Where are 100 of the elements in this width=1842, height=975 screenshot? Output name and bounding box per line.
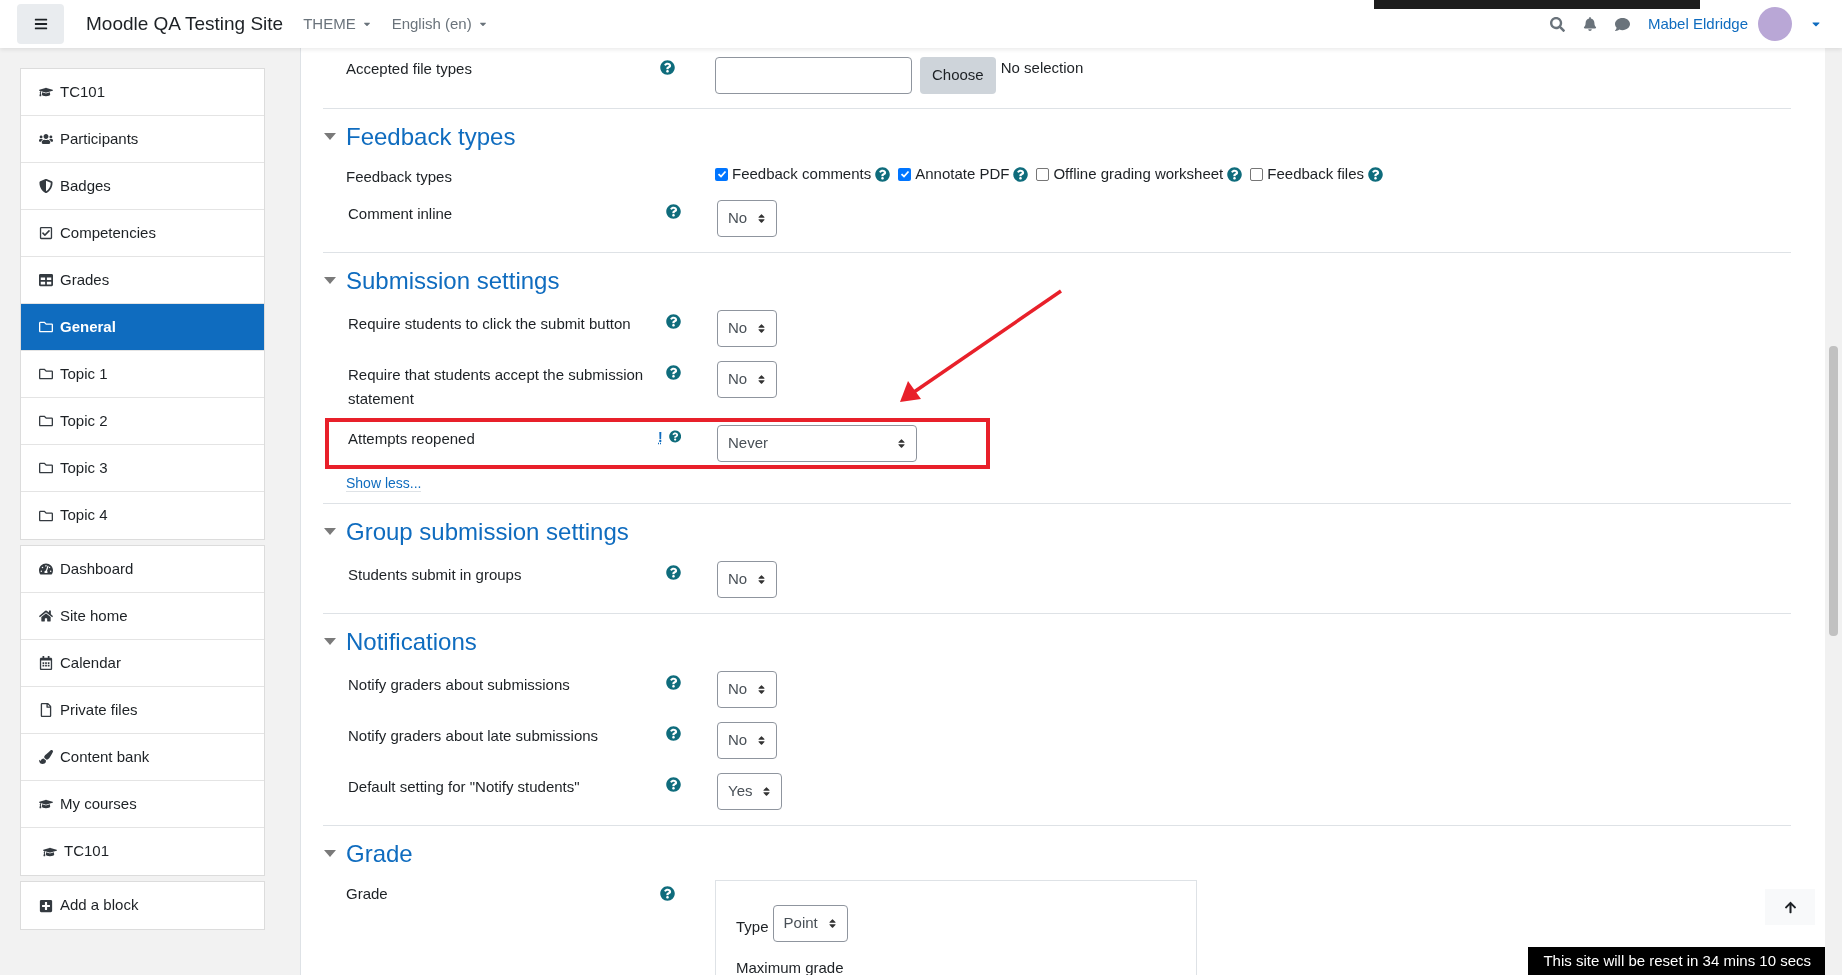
help-icon[interactable] (666, 675, 681, 690)
nav-item[interactable]: Private files (21, 687, 264, 734)
section-heading[interactable]: Group submission settings (346, 514, 629, 550)
arrow-up-icon (1783, 900, 1797, 914)
folder-icon (39, 508, 53, 523)
nav-item[interactable]: General (21, 304, 264, 351)
collapse-caret-icon[interactable] (324, 638, 336, 646)
dropdown-select[interactable]: No (717, 671, 778, 708)
dropdown-select[interactable]: No (717, 361, 778, 398)
collapse-caret-icon[interactable] (324, 850, 336, 858)
checkbox[interactable] (715, 167, 728, 181)
help-icon[interactable] (666, 565, 681, 580)
folder-icon (39, 414, 53, 428)
folder-icon (39, 461, 53, 475)
menu-button[interactable] (17, 4, 64, 44)
field-label: Comment inline (348, 205, 453, 222)
section-heading[interactable]: Feedback types (346, 119, 516, 155)
messages-icon[interactable] (1614, 16, 1630, 32)
section-heading[interactable]: Submission settings (346, 263, 560, 299)
dropdown-select[interactable]: Yes (717, 773, 783, 810)
type-label: Type (736, 917, 769, 938)
sort-arrows-icon (757, 213, 767, 224)
nav-item[interactable]: Topic 2 (21, 398, 264, 445)
graduation-cap-icon (39, 85, 53, 99)
help-icon[interactable] (666, 365, 681, 380)
nav-item[interactable]: Site home (21, 593, 264, 640)
nav-item[interactable]: Topic 1 (21, 351, 264, 398)
help-icon[interactable] (875, 166, 891, 182)
notification-icon[interactable] (1582, 17, 1597, 31)
sort-arrows-icon (897, 438, 906, 449)
select-value: Never (728, 433, 768, 454)
collapse-caret-icon[interactable] (324, 277, 336, 285)
field-label: Attempts reopened (348, 430, 475, 447)
nav-item[interactable]: Topic 3 (21, 445, 264, 492)
nav-item[interactable]: Calendar (21, 640, 264, 687)
folder-icon (39, 320, 53, 334)
dropdown-select[interactable]: No (717, 310, 778, 347)
user-name[interactable]: Mabel Eldridge (1647, 12, 1748, 36)
help-icon[interactable] (666, 777, 681, 792)
dropdown-select[interactable]: No (717, 200, 778, 237)
nav-item[interactable]: Content bank (21, 734, 264, 781)
collapse-caret-icon[interactable] (324, 528, 336, 536)
choose-button[interactable]: Choose (920, 57, 996, 94)
help-icon[interactable] (1368, 166, 1383, 182)
select-value: No (728, 318, 748, 339)
nav-item[interactable]: TC101 (21, 828, 264, 875)
brush-icon (39, 750, 53, 764)
gauge-icon (39, 562, 53, 576)
select-value: No (728, 679, 748, 700)
show-less-link[interactable]: Show less... (346, 475, 422, 492)
home-icon (39, 609, 53, 623)
help-icon[interactable] (1013, 166, 1029, 182)
nav-item[interactable]: Participants (21, 116, 264, 163)
checkbox[interactable] (898, 167, 912, 181)
help-icon[interactable] (660, 60, 675, 75)
file-types-field[interactable] (715, 57, 912, 94)
warning-mark: ! (658, 429, 663, 444)
graduation-cap-icon (39, 797, 53, 811)
select-value: Yes (728, 781, 753, 802)
search-icon[interactable] (1549, 16, 1565, 32)
nav-item[interactable]: TC101 (21, 69, 264, 116)
site-name[interactable]: Moodle QA Testing Site (86, 9, 284, 39)
nav-item[interactable]: Topic 4 (21, 492, 264, 539)
nav-item[interactable]: Add a block (21, 882, 264, 929)
help-icon[interactable] (666, 314, 681, 329)
menu-icon (33, 17, 48, 31)
dropdown-select[interactable]: No (717, 722, 778, 759)
help-icon[interactable] (660, 886, 675, 901)
field-label: Require that students accept the submission statement (348, 366, 644, 407)
select-value: No (728, 208, 748, 229)
checkbox-label: Feedback files (1267, 164, 1364, 184)
field-label: Notify graders about submissions (348, 676, 570, 693)
reset-notice: This site will be reset in 34 mins 10 secs (1528, 947, 1826, 975)
dropdown-select[interactable]: Never (717, 425, 917, 462)
collapse-caret-icon[interactable] (324, 133, 336, 141)
back-to-top-button[interactable] (1765, 889, 1815, 925)
shield-icon (39, 179, 53, 193)
nav-item[interactable]: Competencies (21, 210, 264, 257)
help-icon[interactable] (1227, 166, 1243, 182)
nav-item[interactable]: Badges (21, 163, 264, 210)
field-label: Notify graders about late submissions (348, 727, 599, 744)
field-label: Feedback types (346, 168, 452, 185)
calendar-icon (39, 656, 53, 670)
select-value: No (728, 730, 748, 751)
dropdown-select[interactable]: No (717, 561, 778, 598)
field-label: Require students to click the submit button (348, 315, 631, 332)
section-heading[interactable]: Notifications (346, 624, 477, 660)
sort-arrows-icon (757, 374, 767, 385)
dropdown-select[interactable]: Point (772, 905, 848, 942)
checkbox[interactable] (1036, 167, 1050, 181)
help-icon[interactable] (666, 204, 681, 219)
section-heading[interactable]: Grade (346, 836, 413, 872)
nav-menu[interactable]: THEME (303, 12, 372, 36)
nav-item[interactable]: My courses (21, 781, 264, 828)
selection-status: No selection (1000, 58, 1084, 78)
help-icon[interactable] (666, 726, 681, 741)
checkbox[interactable] (1250, 167, 1264, 181)
nav-menu[interactable]: English (en) (391, 12, 488, 36)
nav-item[interactable]: Dashboard (21, 546, 264, 593)
help-icon[interactable] (668, 429, 681, 444)
